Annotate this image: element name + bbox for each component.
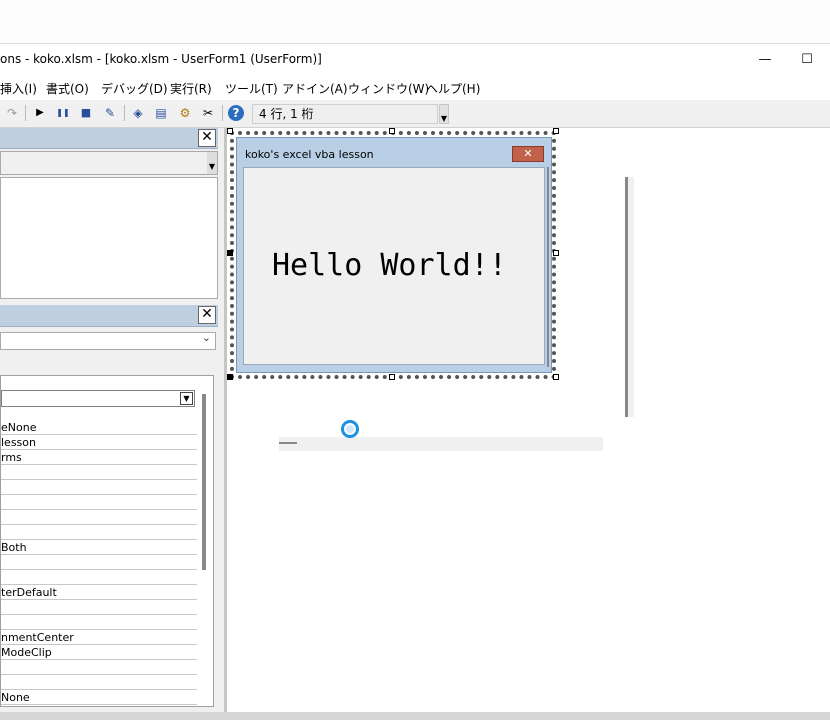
toolbar-grip[interactable]: ▼	[439, 104, 449, 124]
property-row[interactable]: nmentCenter	[1, 630, 197, 645]
properties-window-icon[interactable]: ▤	[153, 105, 169, 121]
menu-window[interactable]: ウィンドウ(W)	[348, 80, 429, 97]
project-explorer-icon[interactable]: ◈	[130, 105, 146, 121]
object-selector[interactable]: ⌄	[0, 331, 216, 350]
minimize-icon[interactable]: —	[750, 52, 780, 70]
userform-client-area[interactable]: Hello World!!	[243, 167, 545, 365]
toolbar-separator	[25, 105, 26, 121]
scroll-thumb[interactable]	[279, 442, 297, 444]
close-icon[interactable]: ✕	[198, 306, 216, 324]
resize-handle[interactable]	[227, 250, 233, 256]
property-row[interactable]: lesson	[1, 435, 197, 450]
properties-header: ✕	[0, 305, 218, 327]
toolbar-separator	[222, 105, 223, 121]
property-row[interactable]	[1, 510, 197, 525]
property-row[interactable]	[1, 570, 197, 585]
redo-icon[interactable]: ↷	[4, 105, 20, 121]
menu-format[interactable]: 書式(O)	[46, 80, 89, 97]
menu-tools[interactable]: ツール(T)	[225, 80, 278, 97]
property-row[interactable]: rms	[1, 450, 197, 465]
hello-label[interactable]: Hello World!!	[272, 248, 507, 283]
title-bar: ons - koko.xlsm - [koko.xlsm - UserForm1…	[0, 44, 830, 76]
chevron-down-icon[interactable]: ▼	[207, 152, 217, 174]
resize-handle[interactable]	[227, 128, 233, 134]
vbe-window: ons - koko.xlsm - [koko.xlsm - UserForm1…	[0, 0, 830, 720]
vertical-scrollbar[interactable]	[625, 177, 634, 417]
project-explorer-header: ✕	[0, 128, 218, 149]
userform-designer: koko's excel vba lesson ✕ Hello World!!	[227, 128, 830, 712]
resize-handle[interactable]	[553, 250, 559, 256]
project-toolbar: ▼	[0, 151, 218, 175]
property-row[interactable]	[1, 495, 197, 510]
pause-icon[interactable]: ❚❚	[55, 105, 71, 121]
property-row[interactable]: None	[1, 690, 197, 705]
cursor-position: 4 行, 1 桁	[252, 104, 438, 124]
background-window-strip	[0, 0, 830, 44]
property-value-dropdown[interactable]: ▼	[1, 390, 195, 407]
run-icon[interactable]: ▶	[32, 105, 48, 121]
busy-cursor-center	[346, 425, 354, 433]
toolbox-icon[interactable]: ✂	[200, 105, 216, 121]
project-tree[interactable]	[0, 177, 218, 299]
property-row[interactable]	[1, 465, 197, 480]
menu-help[interactable]: ヘルプ(H)	[426, 80, 480, 97]
property-row[interactable]: eNone	[1, 420, 197, 435]
menu-run[interactable]: 実行(R)	[170, 80, 212, 97]
userform[interactable]: koko's excel vba lesson ✕ Hello World!!	[236, 137, 552, 373]
window-title: ons - koko.xlsm - [koko.xlsm - UserForm1…	[0, 52, 322, 66]
property-row[interactable]	[1, 600, 197, 615]
resize-handle[interactable]	[389, 374, 395, 380]
property-row[interactable]: terDefault	[1, 585, 197, 600]
busy-cursor-icon	[341, 420, 359, 438]
property-row[interactable]	[1, 555, 197, 570]
userform-caption: koko's excel vba lesson	[245, 148, 374, 161]
close-icon[interactable]: ✕	[512, 146, 544, 162]
menu-addins[interactable]: アドイン(A)	[282, 80, 348, 97]
property-row[interactable]: ModeClip	[1, 645, 197, 660]
object-browser-icon[interactable]: ⚙	[177, 105, 193, 121]
property-row[interactable]: Both	[1, 540, 197, 555]
help-icon[interactable]: ?	[228, 105, 244, 121]
resize-handle[interactable]	[389, 128, 395, 134]
chevron-down-icon[interactable]: ▼	[180, 392, 193, 405]
menu-bar: 挿入(I) 書式(O) デバッグ(D) 実行(R) ツール(T) アドイン(A)…	[0, 76, 830, 100]
stop-icon[interactable]: ■	[78, 105, 94, 121]
properties-scrollbar[interactable]	[202, 394, 206, 570]
property-row[interactable]	[1, 660, 197, 675]
property-row[interactable]	[1, 675, 197, 690]
maximize-icon[interactable]: ☐	[792, 52, 822, 70]
left-dock-area: ✕ ▼ ✕ ⌄ ▼ eNone lesson rms Both terDefau…	[0, 128, 224, 712]
chevron-down-icon: ⌄	[201, 331, 211, 344]
menu-debug[interactable]: デバッグ(D)	[101, 80, 168, 97]
property-row[interactable]	[1, 480, 197, 495]
property-row[interactable]	[1, 615, 197, 630]
horizontal-scrollbar[interactable]	[279, 437, 603, 451]
close-icon[interactable]: ✕	[198, 129, 216, 147]
standard-toolbar: ↷ ▶ ❚❚ ■ ✎ ◈ ▤ ⚙ ✂ ? 4 行, 1 桁 ▼	[0, 100, 830, 128]
design-mode-icon[interactable]: ✎	[102, 105, 118, 121]
properties-grid: ▼ eNone lesson rms Both terDefault nment…	[0, 375, 214, 707]
resize-handle[interactable]	[227, 374, 233, 380]
property-row[interactable]	[1, 525, 197, 540]
status-strip	[0, 712, 830, 720]
form-edge	[547, 167, 549, 367]
menu-insert[interactable]: 挿入(I)	[0, 80, 37, 97]
resize-handle[interactable]	[553, 374, 559, 380]
toolbar-separator	[124, 105, 125, 121]
resize-handle[interactable]	[553, 128, 559, 134]
